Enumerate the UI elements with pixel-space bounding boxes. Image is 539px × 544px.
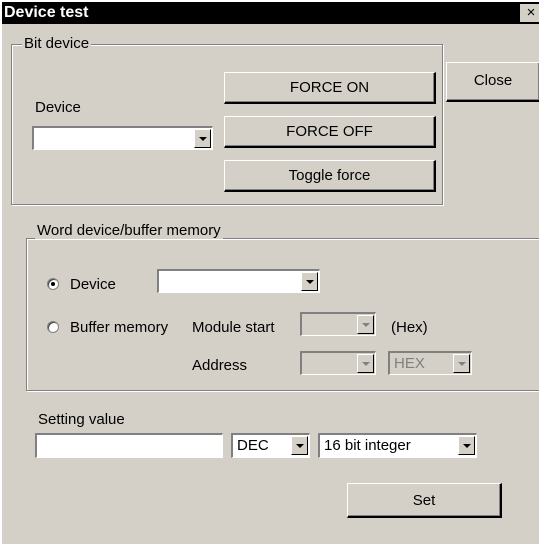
close-icon[interactable]: × <box>520 4 539 22</box>
address-label: Address <box>192 357 248 374</box>
setting-value-label: Setting value <box>38 411 125 428</box>
data-type-dropdown-button[interactable] <box>458 436 475 455</box>
chevron-down-icon <box>296 444 304 448</box>
bit-device-dropdown-button[interactable] <box>194 129 211 148</box>
close-button[interactable]: Close <box>446 62 539 102</box>
set-button[interactable]: Set <box>347 483 502 518</box>
bit-device-select[interactable] <box>32 126 213 150</box>
buffer-memory-radio-icon[interactable] <box>47 321 59 333</box>
radix-dropdown-button[interactable] <box>291 436 308 455</box>
force-on-button[interactable]: FORCE ON <box>224 72 436 104</box>
module-start-label: Module start <box>192 319 275 336</box>
setting-value-input[interactable] <box>35 433 223 458</box>
device-test-dialog: Device test × Bit device Device FORCE ON… <box>0 0 539 544</box>
module-start-select[interactable] <box>300 312 376 336</box>
device-radio-label[interactable]: Device <box>70 276 116 293</box>
buffer-memory-radio-label[interactable]: Buffer memory <box>70 319 168 336</box>
address-format-select[interactable]: HEX <box>388 351 472 375</box>
word-device-legend: Word device/buffer memory <box>35 222 223 239</box>
toggle-force-button[interactable]: Toggle force <box>224 160 436 192</box>
device-radio-icon[interactable] <box>47 278 59 290</box>
hex-suffix-label: (Hex) <box>391 319 428 336</box>
chevron-down-icon <box>463 444 471 448</box>
address-dropdown-button[interactable] <box>357 354 374 373</box>
data-type-value: 16 bit integer <box>324 437 411 454</box>
bit-device-legend: Bit device <box>22 35 92 52</box>
module-start-dropdown-button[interactable] <box>357 315 374 334</box>
address-format-dropdown-button[interactable] <box>453 354 470 373</box>
radix-value: DEC <box>237 437 269 454</box>
chevron-down-icon <box>458 362 466 366</box>
chevron-down-icon <box>306 280 314 284</box>
window-title: Device test <box>4 4 89 21</box>
address-select[interactable] <box>300 351 376 375</box>
radio-selected-dot <box>51 282 55 286</box>
chevron-down-icon <box>362 362 370 366</box>
chevron-down-icon <box>199 137 207 141</box>
force-off-button[interactable]: FORCE OFF <box>224 116 436 148</box>
address-format-value: HEX <box>394 355 425 372</box>
radix-select[interactable]: DEC <box>231 433 310 458</box>
bit-device-label: Device <box>35 99 81 116</box>
chevron-down-icon <box>362 323 370 327</box>
word-device-dropdown-button[interactable] <box>301 272 318 291</box>
data-type-select[interactable]: 16 bit integer <box>318 433 477 458</box>
title-bar[interactable]: Device test × <box>2 2 539 24</box>
word-device-select[interactable] <box>157 269 320 293</box>
